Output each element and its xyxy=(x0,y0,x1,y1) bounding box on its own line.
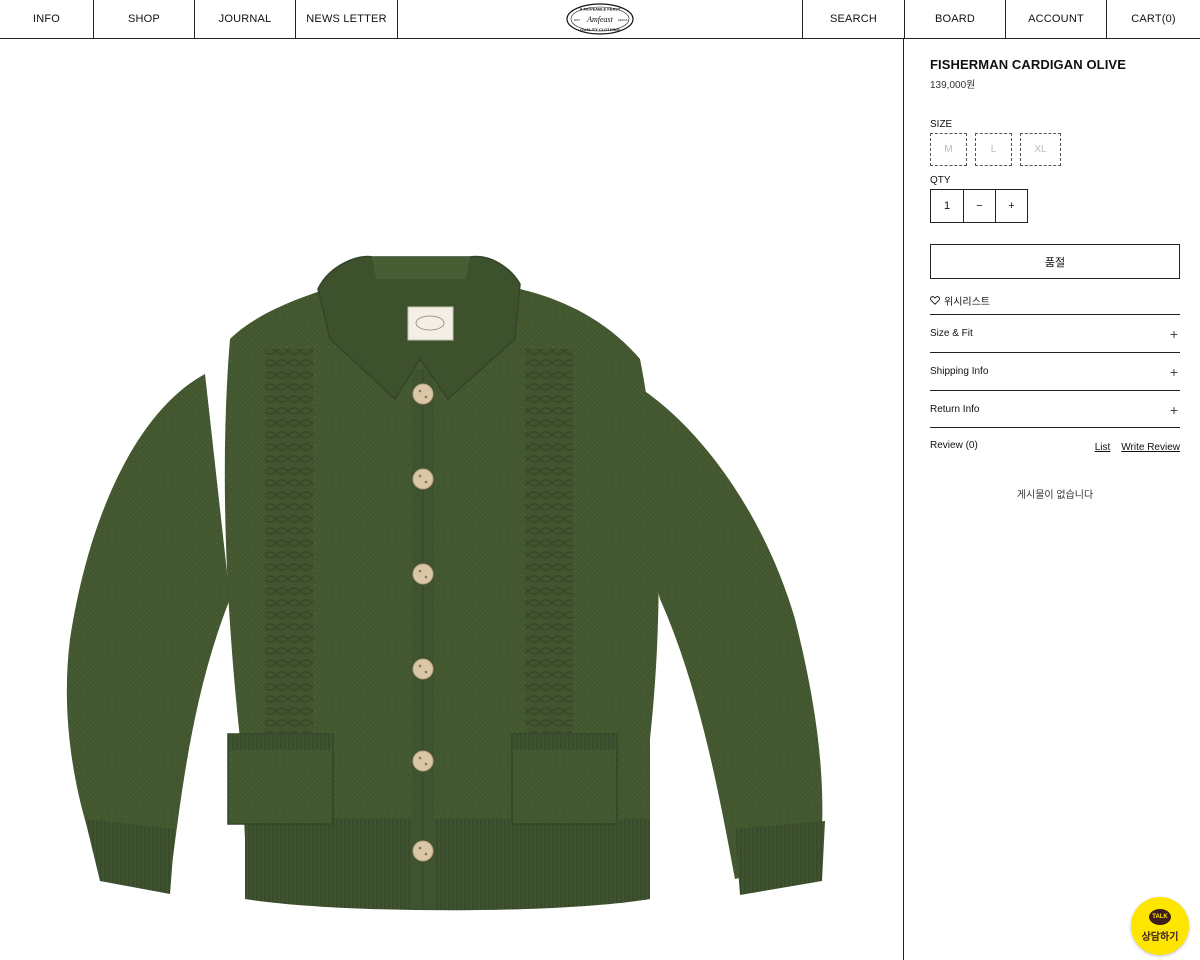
nav-shop[interactable]: SHOP xyxy=(94,0,195,38)
size-option-m[interactable]: M xyxy=(930,133,967,166)
accordion-return-info[interactable]: Return Info + xyxy=(930,390,1180,428)
cardigan-image xyxy=(66,255,825,911)
logo-left-text: EST xyxy=(574,18,580,22)
write-review-link[interactable]: Write Review xyxy=(1121,442,1180,453)
talk-bubble-icon: TALK xyxy=(1149,909,1171,925)
qty-value[interactable]: 1 xyxy=(931,190,963,222)
nav-info[interactable]: INFO xyxy=(0,0,94,38)
product-price: 139,000원 xyxy=(930,80,976,91)
plus-icon: + xyxy=(1169,401,1178,418)
product-image-area xyxy=(0,39,903,960)
wishlist-button[interactable]: 위시리스트 xyxy=(930,293,990,308)
soldout-button[interactable]: 품절 xyxy=(930,244,1180,279)
plus-icon: + xyxy=(1169,363,1178,380)
nav-search[interactable]: SEARCH xyxy=(802,0,904,38)
accordion-shipping-info[interactable]: Shipping Info + xyxy=(930,352,1180,390)
accordion-label: Shipping Info xyxy=(930,366,989,377)
review-count-label: Review (0) xyxy=(930,440,978,451)
brand-logo-icon: A MOVEABLE FEAST Amfeast EST SEOUL QUALI… xyxy=(566,3,634,35)
size-options: M L XL xyxy=(930,133,1061,166)
nav-newsletter[interactable]: NEWS LETTER xyxy=(296,0,398,38)
review-links: List Write Review xyxy=(1095,442,1180,453)
heart-icon xyxy=(930,296,940,305)
logo-bottom-text: QUALITY CLOTHING xyxy=(580,27,619,32)
nav-account[interactable]: ACCOUNT xyxy=(1005,0,1106,38)
review-list-link[interactable]: List xyxy=(1095,442,1111,453)
accordion-label: Size & Fit xyxy=(930,328,973,339)
qty-decrease-button[interactable]: − xyxy=(963,190,995,222)
product-title: FISHERMAN CARDIGAN OLIVE xyxy=(930,57,1126,72)
nav-right-group: SEARCH BOARD ACCOUNT CART(0) xyxy=(802,0,1200,38)
logo-script-text: Amfeast xyxy=(586,15,614,24)
logo-top-text: A MOVEABLE FEAST xyxy=(580,7,621,12)
logo[interactable]: A MOVEABLE FEAST Amfeast EST SEOUL QUALI… xyxy=(398,0,802,38)
qty-label: QTY xyxy=(930,175,951,186)
nav-journal[interactable]: JOURNAL xyxy=(195,0,296,38)
nav-cart[interactable]: CART(0) xyxy=(1106,0,1200,38)
size-label: SIZE xyxy=(930,119,953,130)
quantity-stepper: 1 − + xyxy=(930,189,1028,223)
size-option-xl[interactable]: XL xyxy=(1020,133,1061,166)
top-navigation: INFO SHOP JOURNAL NEWS LETTER A MOVEABLE… xyxy=(0,0,1200,39)
size-option-l[interactable]: L xyxy=(975,133,1012,166)
qty-increase-button[interactable]: + xyxy=(995,190,1027,222)
logo-right-text: SEOUL xyxy=(618,18,629,22)
plus-icon: + xyxy=(1169,325,1178,342)
panel-divider xyxy=(903,39,904,960)
accordion-size-fit[interactable]: Size & Fit + xyxy=(930,314,1180,352)
accordion-label: Return Info xyxy=(930,404,980,415)
nav-left-group: INFO SHOP JOURNAL NEWS LETTER xyxy=(0,0,398,38)
review-empty-message: 게시물이 없습니다 xyxy=(1016,490,1094,501)
review-header: Review (0) List Write Review xyxy=(930,427,1180,467)
talk-label: 상담하기 xyxy=(1141,932,1179,943)
wishlist-label: 위시리스트 xyxy=(944,297,990,308)
nav-board[interactable]: BOARD xyxy=(904,0,1005,38)
talk-chat-button[interactable]: TALK 상담하기 xyxy=(1131,897,1189,955)
